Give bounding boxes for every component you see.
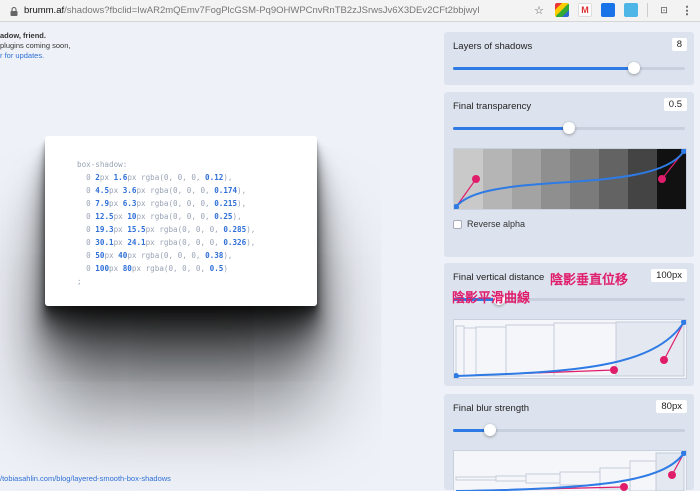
curve-control-point	[660, 356, 668, 364]
distance-curve-editor[interactable]	[453, 319, 687, 379]
blur-value: 6.3	[122, 199, 137, 208]
css-code-block[interactable]: box-shadow: 0 2px 1.6px rgba(0, 0, 0, 0.…	[77, 158, 255, 288]
code-line: 0 7.9px 6.3px rgba(0, 0, 0, 0.215),	[77, 199, 247, 208]
blur-preview-boxes	[455, 452, 685, 491]
offset-value: 50	[95, 251, 105, 260]
layers-slider[interactable]	[453, 62, 685, 74]
blur-value: 10	[127, 212, 137, 221]
slider-knob[interactable]	[484, 424, 497, 436]
blur-value: 3.6	[122, 186, 137, 195]
alpha-value: 0.285	[223, 225, 247, 234]
alpha-value: 0.38	[205, 251, 224, 260]
intro-text: adow, friend. plugins coming soon, r for…	[0, 31, 70, 61]
star-icon[interactable]: ☆	[532, 3, 546, 17]
url-path: /shadows?fbclid=IwAR2mQEmv7FogPlcGSM-Pq9…	[64, 5, 480, 16]
offset-value: 4.5	[95, 186, 110, 195]
transparency-curve-editor[interactable]	[453, 148, 687, 210]
curve-control-point	[668, 471, 676, 479]
intro-line-1: adow, friend.	[0, 31, 46, 40]
menu-icon[interactable]: ⋮	[680, 3, 694, 17]
blur-curve-editor[interactable]	[453, 450, 687, 491]
footer-link[interactable]: /tobiasahlin.com/blog/layered-smooth-box…	[0, 474, 171, 483]
alpha-value: 0.174	[214, 186, 238, 195]
shadow-preview-card: box-shadow: 0 2px 1.6px rgba(0, 0, 0, 0.…	[45, 136, 317, 306]
slider-knob[interactable]	[627, 62, 640, 74]
extension-icon-4[interactable]: ⊡	[657, 3, 671, 17]
code-line: 0 30.1px 24.1px rgba(0, 0, 0, 0.326),	[77, 238, 256, 247]
curve-control-point	[472, 175, 480, 183]
layers-label: Layers of shadows	[453, 41, 533, 52]
reverse-alpha-toggle[interactable]: Reverse alpha	[453, 219, 525, 229]
alpha-value: 0.215	[214, 199, 238, 208]
offset-value: 12.5	[95, 212, 114, 221]
transparency-slider[interactable]	[453, 122, 685, 134]
code-line: 0 2px 1.6px rgba(0, 0, 0, 0.12),	[77, 173, 233, 182]
control-panel: Layers of shadows 8 Final transparency 0…	[440, 22, 700, 491]
gmail-icon[interactable]: M	[578, 3, 592, 17]
slider-knob[interactable]	[563, 122, 575, 134]
toolbar-divider	[647, 3, 648, 17]
alpha-gradient-bars	[454, 149, 686, 209]
blur-value[interactable]: 80px	[656, 400, 687, 413]
preview-area: adow, friend. plugins coming soon, r for…	[0, 22, 440, 490]
alpha-value: 0.326	[223, 238, 247, 247]
alpha-value: 0.12	[205, 173, 224, 182]
offset-value: 100	[95, 264, 110, 273]
offset-value: 7.9	[95, 199, 110, 208]
code-property: box-shadow:	[77, 160, 128, 169]
blur-value: 24.1	[127, 238, 146, 247]
blur-section: Final blur strength 80px	[444, 394, 694, 491]
url-host: brumm.af	[24, 5, 65, 16]
browser-address-bar[interactable]: brumm.af/shadows?fbclid=IwAR2mQEmv7FogPl…	[0, 0, 700, 22]
annotation-distance: 陰影垂直位移	[550, 273, 629, 288]
extension-icon-3[interactable]	[624, 3, 638, 17]
reverse-alpha-label: Reverse alpha	[467, 219, 526, 229]
curve-endpoint	[454, 373, 459, 378]
blur-value: 15.5	[127, 225, 146, 234]
layers-value[interactable]: 8	[671, 38, 687, 51]
transparency-value[interactable]: 0.5	[663, 98, 687, 111]
reverse-alpha-checkbox[interactable]	[453, 219, 462, 229]
curve-control-point	[610, 366, 618, 374]
distance-label: Final vertical distance	[453, 272, 545, 283]
offset-value: 2	[95, 173, 100, 182]
blur-value: 1.6	[113, 173, 128, 182]
code-terminator: ;	[77, 277, 82, 286]
intro-line-2: plugins coming soon,	[0, 41, 71, 50]
distance-value[interactable]: 100px	[651, 269, 687, 282]
code-line: 0 19.3px 15.5px rgba(0, 0, 0, 0.285),	[77, 225, 256, 234]
blur-slider[interactable]	[453, 424, 685, 436]
alpha-value: 0.25	[214, 212, 233, 221]
url-text[interactable]: brumm.af/shadows?fbclid=IwAR2mQEmv7FogPl…	[24, 5, 494, 16]
transparency-section: Final transparency 0.5 Reverse alpha	[444, 92, 694, 257]
intro-line-3[interactable]: r for updates.	[0, 51, 70, 61]
lock-icon	[10, 6, 18, 16]
offset-value: 19.3	[95, 225, 114, 234]
code-line: 0 12.5px 10px rgba(0, 0, 0, 0.25),	[77, 212, 242, 221]
blur-value: 80	[122, 264, 132, 273]
annotation-curve: 陰影平滑曲線	[452, 291, 531, 306]
distance-preview-boxes	[455, 321, 685, 377]
extension-icon-2[interactable]	[601, 3, 615, 17]
transparency-label: Final transparency	[453, 101, 532, 112]
blur-value: 40	[118, 251, 128, 260]
offset-value: 30.1	[95, 238, 114, 247]
code-line: 0 50px 40px rgba(0, 0, 0, 0.38),	[77, 251, 233, 260]
alpha-value: 0.5	[209, 264, 224, 273]
blur-label: Final blur strength	[453, 403, 530, 414]
code-line: 0 100px 80px rgba(0, 0, 0, 0.5)	[77, 264, 228, 273]
code-line: 0 4.5px 3.6px rgba(0, 0, 0, 0.174),	[77, 186, 247, 195]
layers-section: Layers of shadows 8	[444, 32, 694, 85]
extension-icon-1[interactable]	[555, 3, 569, 17]
curve-control-point	[658, 175, 666, 183]
